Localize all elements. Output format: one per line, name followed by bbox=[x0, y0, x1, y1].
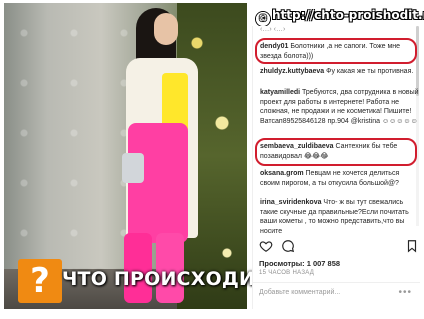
comment-username[interactable]: irina_sviridenkova bbox=[260, 199, 321, 206]
bookmark-icon[interactable] bbox=[405, 239, 419, 253]
comment-username[interactable]: oksana.grom bbox=[260, 170, 304, 177]
banner-title: ЧТО ПРОИСХОДИТ? bbox=[62, 268, 280, 290]
comment-item: oksana.grom Певцам не хочется делиться с… bbox=[260, 169, 420, 188]
woman-face bbox=[154, 13, 178, 45]
views-count: Просмотры: 1 007 858 bbox=[259, 259, 341, 268]
screenshot-frame: ? ЧТО ПРОИСХОДИТ? © http://chto-proishodi… bbox=[0, 0, 424, 319]
watermark-url: http://chto-proishodit.ru bbox=[272, 8, 424, 22]
highlight-oval bbox=[255, 138, 417, 166]
scrollbar-thumb[interactable] bbox=[416, 26, 419, 96]
comment-item: katyamilledi Требуются, два сотрудника в… bbox=[260, 88, 420, 126]
comment-username[interactable]: katyamilledi bbox=[260, 89, 300, 96]
heart-icon[interactable] bbox=[259, 239, 273, 253]
comment-username[interactable]: zhuldyz.kuttybaeva bbox=[260, 68, 324, 75]
woman-pink-pants bbox=[128, 123, 188, 243]
post-time: 15 ЧАСОВ НАЗАД bbox=[259, 270, 315, 276]
woman-handbag bbox=[122, 153, 144, 183]
more-options-icon[interactable]: ••• bbox=[398, 287, 412, 298]
comment-item: irina_sviridenkova Что- ж вы тут свежали… bbox=[260, 198, 420, 236]
comment-item: zhuldyz.kuttybaeva Фу какая же ты против… bbox=[260, 67, 420, 77]
highlight-oval bbox=[255, 38, 417, 64]
divider bbox=[253, 282, 420, 283]
copyright-icon: © bbox=[256, 12, 270, 26]
comments-panel: ‹…› ‹…› dendy01 Болотники ,а не сапоги. … bbox=[252, 26, 420, 309]
comment-icon[interactable] bbox=[281, 239, 295, 253]
cutoff-comment-fragment: ‹…› ‹…› bbox=[260, 26, 286, 33]
comment-text: Фу какая же ты противная. bbox=[324, 68, 414, 75]
question-badge: ? bbox=[18, 259, 62, 303]
add-comment-input[interactable]: Добавьте комментарий... bbox=[259, 289, 340, 296]
site-watermark: © http://chto-proishodit.ru bbox=[256, 8, 424, 26]
post-actions bbox=[259, 239, 419, 255]
